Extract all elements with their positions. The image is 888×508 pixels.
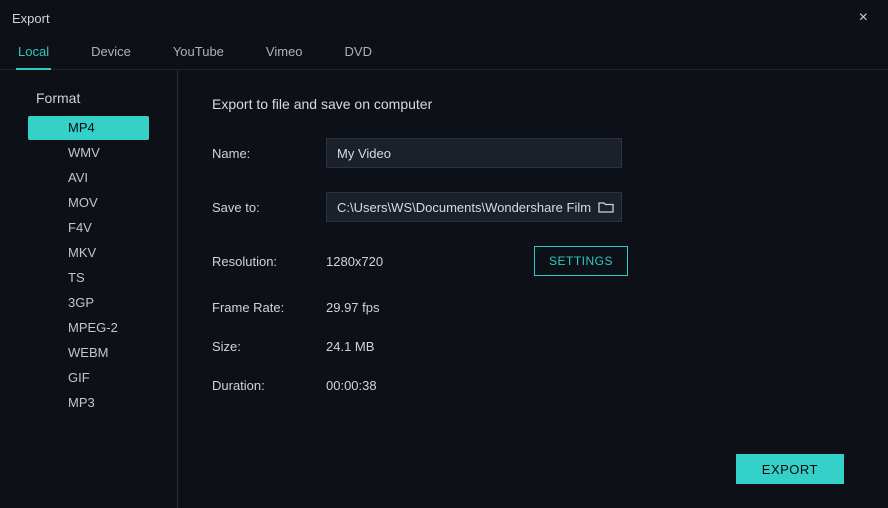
framerate-label: Frame Rate:: [212, 300, 326, 315]
folder-icon[interactable]: [598, 200, 614, 214]
sidebar-item-mpeg2[interactable]: MPEG-2: [28, 316, 149, 340]
tab-vimeo[interactable]: Vimeo: [264, 36, 305, 70]
saveto-wrap: [326, 192, 622, 222]
size-label: Size:: [212, 339, 326, 354]
resolution-value: 1280x720: [326, 254, 383, 269]
row-framerate: Frame Rate: 29.97 fps: [212, 300, 844, 315]
sidebar-item-ts[interactable]: TS: [28, 266, 149, 290]
tab-local[interactable]: Local: [16, 36, 51, 70]
row-duration: Duration: 00:00:38: [212, 378, 844, 393]
saveto-label: Save to:: [212, 200, 326, 215]
sidebar-item-mp3[interactable]: MP3: [28, 391, 149, 415]
name-label: Name:: [212, 146, 326, 161]
saveto-input[interactable]: [326, 192, 622, 222]
sidebar-item-mkv[interactable]: MKV: [28, 241, 149, 265]
row-saveto: Save to:: [212, 192, 844, 222]
export-button[interactable]: EXPORT: [736, 454, 844, 484]
tab-device[interactable]: Device: [89, 36, 133, 70]
row-resolution: Resolution: 1280x720 SETTINGS: [212, 246, 628, 276]
tab-dvd[interactable]: DVD: [343, 36, 374, 70]
size-value: 24.1 MB: [326, 339, 374, 354]
tab-youtube[interactable]: YouTube: [171, 36, 226, 70]
row-name: Name:: [212, 138, 844, 168]
sidebar-item-mp4[interactable]: MP4: [28, 116, 149, 140]
tabs: Local Device YouTube Vimeo DVD: [0, 36, 888, 70]
sidebar-item-f4v[interactable]: F4V: [28, 216, 149, 240]
main-panel: Export to file and save on computer Name…: [178, 70, 888, 508]
sidebar-item-3gp[interactable]: 3GP: [28, 291, 149, 315]
duration-value: 00:00:38: [326, 378, 377, 393]
sidebar-item-wmv[interactable]: WMV: [28, 141, 149, 165]
sidebar-item-avi[interactable]: AVI: [28, 166, 149, 190]
settings-button[interactable]: SETTINGS: [534, 246, 628, 276]
name-input[interactable]: [326, 138, 622, 168]
framerate-value: 29.97 fps: [326, 300, 380, 315]
close-icon[interactable]: ×: [851, 5, 876, 31]
sidebar-item-mov[interactable]: MOV: [28, 191, 149, 215]
window-title: Export: [12, 11, 50, 26]
duration-label: Duration:: [212, 378, 326, 393]
sidebar-item-gif[interactable]: GIF: [28, 366, 149, 390]
sidebar-item-webm[interactable]: WEBM: [28, 341, 149, 365]
format-header: Format: [0, 90, 177, 116]
resolution-label: Resolution:: [212, 254, 326, 269]
titlebar: Export ×: [0, 0, 888, 36]
row-size: Size: 24.1 MB: [212, 339, 844, 354]
main-heading: Export to file and save on computer: [212, 96, 844, 112]
body: Format MP4 WMV AVI MOV F4V MKV TS 3GP MP…: [0, 70, 888, 508]
sidebar: Format MP4 WMV AVI MOV F4V MKV TS 3GP MP…: [0, 70, 178, 508]
